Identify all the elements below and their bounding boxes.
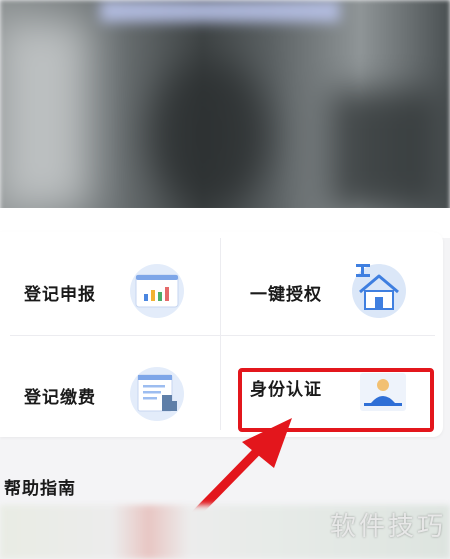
- service-label: 登记缴费: [24, 388, 96, 407]
- service-one-click-authorize[interactable]: 一键授权: [226, 242, 436, 337]
- house-icon: [350, 262, 408, 320]
- service-label: 一键授权: [250, 285, 322, 304]
- top-banner-image: [0, 0, 450, 212]
- watermark-text: 软件技巧: [329, 511, 446, 541]
- service-label: 登记申报: [24, 285, 96, 304]
- grid-divider-vertical: [220, 238, 221, 430]
- chart-document-icon: [128, 262, 186, 320]
- service-registration-report[interactable]: 登记申报: [0, 242, 210, 337]
- help-guide-title: 帮助指南: [4, 479, 76, 498]
